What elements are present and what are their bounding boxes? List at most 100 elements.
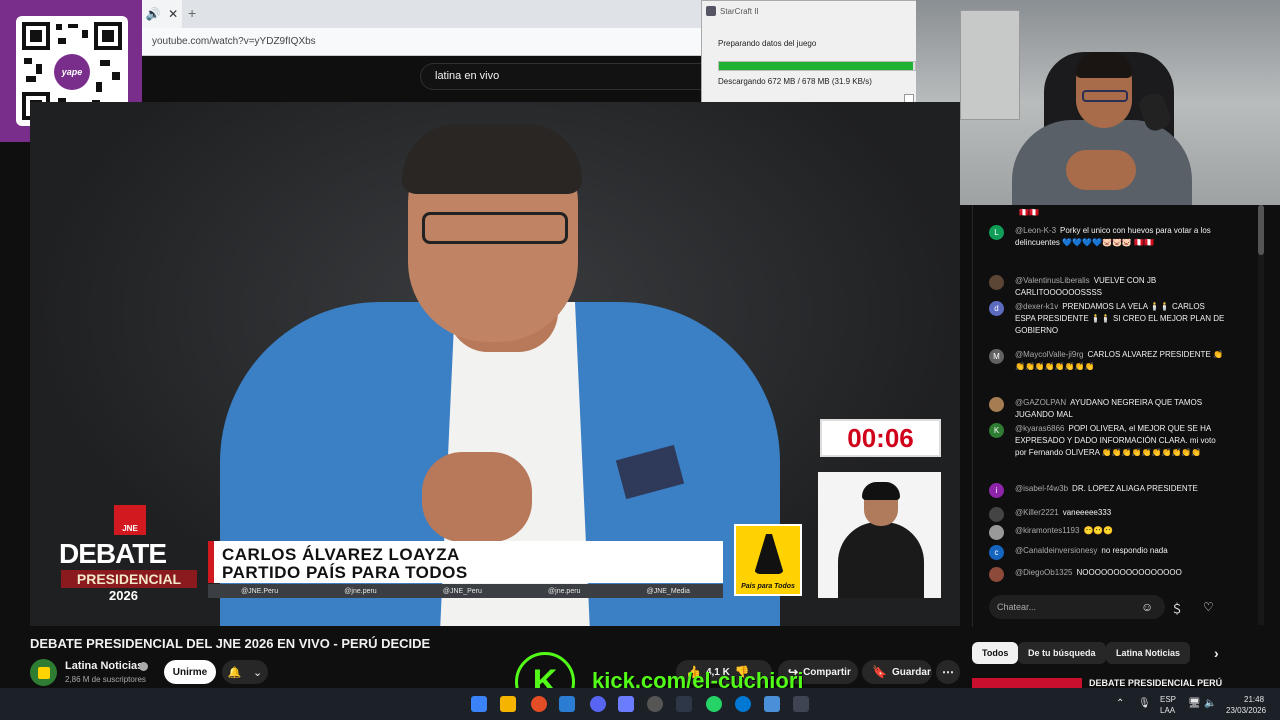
chat-username[interactable]: @ValentinusLiberalis	[1015, 276, 1090, 285]
chat-avatar[interactable]: M	[989, 349, 1004, 364]
address-bar[interactable]: youtube.com/watch?v=yYDZ9fIQXbs	[142, 28, 702, 56]
chat-message[interactable]: @Killer2221 vaneeeee333	[989, 507, 1225, 522]
url-text[interactable]: youtube.com/watch?v=yYDZ9fIQXbs	[152, 36, 316, 47]
chrome-icon[interactable]	[531, 696, 547, 712]
chat-username[interactable]: @isabel-f4w3b	[1015, 484, 1068, 493]
presidential-word: PRESIDENCIAL	[61, 570, 197, 588]
chat-message[interactable]: L @Leon-K-3 Porky el unico con huevos para…	[989, 225, 1225, 249]
speaker-hair	[402, 124, 582, 194]
settings-icon[interactable]	[793, 696, 809, 712]
browser-tab[interactable]: 🔊 ✕	[142, 0, 182, 28]
chat-avatar[interactable]	[989, 275, 1004, 290]
whatsapp-icon[interactable]	[706, 696, 722, 712]
speaker-icon[interactable]: 🔊	[146, 7, 161, 21]
chat-message[interactable]: @DiegoOb1325 NOOOOOOOOOOOOOOOO	[989, 567, 1225, 582]
chat-username[interactable]: @Canaldeinversionesy	[1015, 546, 1097, 555]
sign-language-interpreter	[818, 472, 941, 598]
candidate-name-plate: CARLOS ÁLVAREZ LOAYZA PARTIDO PAÍS PARA …	[208, 541, 723, 583]
search-value[interactable]: latina en vivo	[435, 70, 499, 82]
chat-avatar[interactable]	[989, 397, 1004, 412]
super-chat-icon[interactable]: ＄	[1171, 600, 1183, 617]
vscode-icon[interactable]	[559, 696, 575, 712]
chat-message[interactable]: M @MaycolValle-ji9rg CARLOS ALVAREZ PRESID…	[989, 349, 1225, 373]
channel-name[interactable]: Latina Noticias	[65, 660, 143, 672]
save-button[interactable]: 🔖 Guardar	[862, 660, 932, 684]
chat-username[interactable]: @kyaras6866	[1015, 424, 1064, 433]
discord-icon[interactable]	[590, 696, 606, 712]
obs-icon[interactable]	[647, 696, 663, 712]
progress-bar	[718, 61, 916, 71]
live-chat: 🇵🇪🇵🇪 L @Leon-K-3 Porky el unico con huevos …	[972, 205, 1240, 627]
webcam-overlay	[916, 0, 1280, 205]
chat-username[interactable]: @Leon-K-3	[1015, 226, 1056, 235]
chat-message[interactable]: @GAZOLPAN AYUDANO NEGREIRA QUE TAMOS JUGA…	[989, 397, 1225, 421]
chat-avatar[interactable]: d	[989, 301, 1004, 316]
windows-start-icon[interactable]	[471, 696, 487, 712]
chat-avatar[interactable]	[989, 507, 1004, 522]
chat-username[interactable]: @GAZOLPAN	[1015, 398, 1066, 407]
chat-message[interactable]: @ValentinusLiberalis VUELVE CON JB CARLIT…	[989, 275, 1225, 299]
file-explorer-icon[interactable]	[500, 696, 516, 712]
chat-message[interactable]: @kiramontes1193 😶😶😶	[989, 525, 1225, 540]
video-title: DEBATE PRESIDENCIAL DEL JNE 2026 EN VIVO…	[30, 636, 431, 651]
channel-avatar[interactable]	[30, 659, 57, 686]
close-tab-icon[interactable]: ✕	[168, 7, 178, 21]
chat-username[interactable]: @DiegoOb1325	[1015, 568, 1073, 577]
heart-icon[interactable]: ♡	[1203, 600, 1214, 614]
debate-timer: 00:06	[820, 419, 941, 457]
chat-input[interactable]: Chatear...	[989, 595, 1165, 619]
status-text: Preparando datos del juego	[718, 39, 817, 48]
starcraft-window[interactable]: StarCraft II Preparando datos del juego …	[701, 0, 917, 114]
app-icon[interactable]	[618, 696, 634, 712]
chat-message-list[interactable]: 🇵🇪🇵🇪 L @Leon-K-3 Porky el unico con huevos …	[973, 205, 1233, 587]
chat-text: vaneeeee333	[1062, 508, 1112, 517]
chat-scrollbar[interactable]	[1258, 205, 1264, 625]
clock-time[interactable]: 21:48	[1244, 695, 1264, 704]
terminal-icon[interactable]	[676, 696, 692, 712]
more-actions-button[interactable]: ⋯	[936, 660, 960, 684]
taskbar	[0, 688, 1280, 720]
social-tiktok: @jne.peru	[548, 587, 581, 595]
chat-message[interactable]: c @Canaldeinversionesy no respondio nada	[989, 545, 1225, 560]
chat-avatar[interactable]	[989, 525, 1004, 540]
emoji-icon[interactable]: ☺	[1141, 600, 1153, 614]
chat-username[interactable]: @Killer2221	[1015, 508, 1059, 517]
chat-username[interactable]: @MaycolValle-ji9rg	[1015, 350, 1083, 359]
join-button[interactable]: Unirme	[164, 660, 216, 684]
search-input[interactable]: latina en vivo	[420, 63, 710, 90]
chat-message[interactable]: i @isabel-f4w3b DR. LOPEZ ALIAGA PRESIDENT…	[989, 483, 1225, 498]
chat-message[interactable]: 🇵🇪🇵🇪	[1015, 207, 1225, 219]
language-bottom[interactable]: LAA	[1160, 706, 1175, 715]
clock-date[interactable]: 23/03/2026	[1226, 706, 1266, 715]
webcam-streamer-hands	[1066, 150, 1136, 190]
chat-avatar[interactable]	[989, 567, 1004, 582]
webcam-background-door	[960, 10, 1020, 120]
photos-icon[interactable]	[764, 696, 780, 712]
chevron-right-icon[interactable]: ›	[1210, 642, 1223, 664]
chip-channel[interactable]: Latina Noticias	[1106, 642, 1191, 664]
chat-username[interactable]: @dexer-k1v	[1015, 302, 1058, 311]
related-title[interactable]: DEBATE PRESIDENCIAL PERÚ	[1089, 678, 1222, 688]
language-top[interactable]: ESP	[1160, 695, 1176, 704]
chat-username[interactable]: @kiramontes1193	[1015, 526, 1079, 535]
chat-message[interactable]: K @kyaras6866 POPI OLIVERA, el MEJOR QUE S…	[989, 423, 1225, 459]
chat-avatar[interactable]: K	[989, 423, 1004, 438]
edge-icon[interactable]	[735, 696, 751, 712]
chat-avatar[interactable]: i	[989, 483, 1004, 498]
mic-icon[interactable]: 🎙	[1138, 698, 1151, 709]
new-tab-icon[interactable]: +	[188, 5, 196, 21]
progress-fill	[719, 62, 914, 70]
tray-chevron-icon[interactable]: ⌃	[1116, 698, 1124, 709]
party-logo-label: País para Todos	[741, 583, 795, 590]
chip-from-search[interactable]: De tu búsqueda	[1018, 642, 1106, 664]
volume-icon[interactable]: 🔈	[1204, 698, 1216, 709]
chip-all[interactable]: Todos	[972, 642, 1019, 664]
chat-message[interactable]: d @dexer-k1v PRENDAMOS LA VELA 🕯️🕯️ CARLOS…	[989, 301, 1225, 337]
chat-avatar[interactable]: c	[989, 545, 1004, 560]
notifications-button[interactable]: 🔔 ⌄	[222, 660, 268, 684]
candidate-name: CARLOS ÁLVAREZ LOAYZA	[222, 545, 460, 564]
webcam-streamer-glasses	[1082, 90, 1128, 102]
chat-avatar[interactable]: L	[989, 225, 1004, 240]
chat-scrollbar-thumb[interactable]	[1258, 205, 1264, 255]
network-icon[interactable]: 🖥	[1188, 698, 1201, 709]
